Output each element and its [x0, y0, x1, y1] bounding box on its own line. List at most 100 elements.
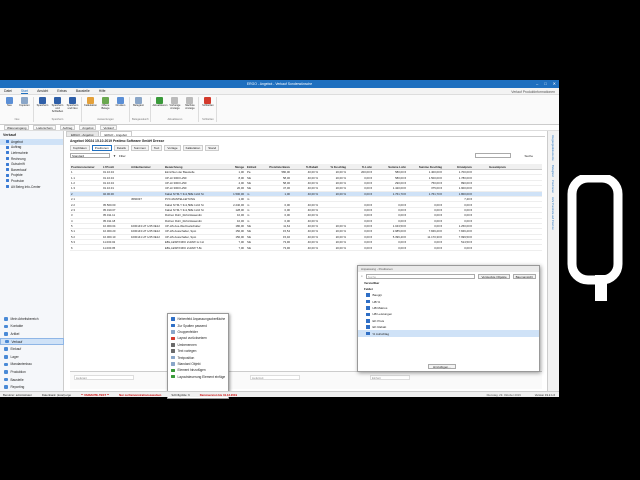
- column-header[interactable]: Bezeichnung: [164, 165, 226, 169]
- menu-item-icon: [171, 343, 175, 347]
- nav-item-lager[interactable]: Lager: [0, 353, 64, 361]
- column-header[interactable]: Einzelpreis: [444, 165, 474, 169]
- column-header[interactable]: % Rabatt: [292, 165, 320, 169]
- ribbon-group-auswertungen: Kalkulation Offene Belege Drucken Auswertun…: [84, 97, 130, 122]
- search-input[interactable]: [475, 153, 512, 158]
- tab-stand[interactable]: Stand: [205, 145, 220, 151]
- nav-item-label: Produktion: [10, 370, 26, 375]
- table-cell: UP-Hr 3000 H/90: [165, 175, 187, 180]
- nav-item-produktion[interactable]: Produktion: [0, 368, 64, 376]
- nav-item-reporting[interactable]: Reporting: [0, 383, 64, 391]
- view-select[interactable]: Standard: [70, 153, 110, 158]
- belegtext-button[interactable]: Belegtext: [132, 97, 145, 117]
- tab-summen[interactable]: Summen: [130, 145, 149, 151]
- add-button[interactable]: Hinzufügen...: [428, 364, 456, 369]
- sidebar-item-alt-beleg-info-center[interactable]: Alt Beleg Info-Center: [0, 184, 63, 190]
- doc-tab[interactable]: ERGO - Angebot: [66, 131, 99, 137]
- close-button[interactable]: ✕: [553, 81, 556, 86]
- quick-tab-auftrag[interactable]: Auftrag: [59, 125, 76, 130]
- minimize-button[interactable]: –: [536, 81, 538, 86]
- neu-button[interactable]: Neu: [3, 97, 16, 117]
- module-icon: [4, 377, 8, 382]
- column-item[interactable]: % Aufschlag: [358, 330, 539, 337]
- table-cell: 40,00 %: [307, 229, 318, 234]
- menu-start[interactable]: Start: [20, 89, 29, 94]
- drucken-button[interactable]: Drucken: [114, 97, 127, 117]
- nav-item-mandantenbau[interactable]: Mandantenbau: [0, 361, 64, 369]
- menu-datei[interactable]: Datei: [4, 89, 12, 93]
- column-header[interactable]: Gesamtpreis: [474, 165, 508, 169]
- table-cell: 128,00: [235, 207, 244, 212]
- offene-belege-button[interactable]: Offene Belege: [99, 97, 112, 117]
- nav-item-kontakte[interactable]: Kontakte: [0, 323, 64, 331]
- vorherige-anzeige-button[interactable]: Vorherige Anzeige: [168, 97, 181, 117]
- table-row[interactable]: 6 11.000.05 EBL,LESPX/3KK 2x18W T-8x 7,00 St…: [70, 245, 542, 251]
- side-panel-lev-preisliste-auf-position[interactable]: LEV Preisliste auf Position: [551, 197, 555, 230]
- nav-item-verkauf[interactable]: Verkauf: [0, 337, 64, 346]
- table-cell: 1.1: [71, 175, 75, 180]
- doc-tab-active[interactable]: ERGO - Angebot: [99, 131, 133, 137]
- speichern-button[interactable]: Speichern: [36, 97, 49, 117]
- menu-ansicht[interactable]: Ansicht: [37, 89, 48, 93]
- column-header[interactable]: Summe Zuschlag: [408, 165, 444, 169]
- tab-positionen[interactable]: Positionen: [91, 145, 112, 151]
- quick-tab-angebot[interactable]: Angebot: [79, 125, 97, 130]
- quick-tab-lieferschein[interactable]: Lieferschein: [33, 125, 56, 130]
- table-cell: 2.1: [71, 197, 75, 202]
- filter-label[interactable]: Filter: [119, 154, 126, 158]
- column-header[interactable]: Artikelnummer: [130, 165, 164, 169]
- document-icon: [6, 145, 9, 149]
- menu-baustelle[interactable]: Baustelle: [76, 89, 90, 93]
- column-header[interactable]: Menge: [226, 165, 246, 169]
- tab-kopfdaten[interactable]: Kopfdaten: [70, 145, 90, 151]
- tab-details[interactable]: Details: [113, 145, 129, 151]
- table-cell: 4560037: [131, 197, 142, 202]
- column-header[interactable]: % Lohn: [348, 165, 374, 169]
- menu-hilfe[interactable]: Hilfe: [99, 89, 106, 93]
- nav-item-einkauf[interactable]: Einkauf: [0, 345, 64, 353]
- column-header[interactable]: % Zuschlag: [320, 165, 348, 169]
- menu-item-layoutsteuerung-element-einfüge[interactable]: Layoutsteuerung Element einfüge: [168, 374, 228, 380]
- maximize-button[interactable]: □: [544, 81, 546, 86]
- table-cell: 1.043,50 €: [392, 224, 406, 229]
- column-header[interactable]: Lf Positi: [102, 165, 130, 169]
- detail-field[interactable]: Einheit: [370, 375, 410, 380]
- nav-item-artikel[interactable]: Artikel: [0, 330, 64, 338]
- nav-item-mein-arbeitsbereich[interactable]: Mein Arbeitsbereich: [0, 315, 64, 323]
- side-panel-positionen[interactable]: Positionen: [551, 180, 555, 193]
- menu-item-label: Textposition: [177, 355, 195, 360]
- quick-tab-verkauf[interactable]: Verkauf: [100, 125, 117, 130]
- speichern-und-schließen-button[interactable]: Speichern und Schließen: [51, 97, 64, 117]
- side-panel-belegtext[interactable]: Belegtext: [551, 165, 555, 177]
- nächste-anzeige-button[interactable]: Nächste Anzeige: [183, 97, 196, 117]
- speichern-und-neu-button[interactable]: Speichern und Neu: [66, 97, 79, 117]
- filter-icon[interactable]: ▼: [113, 154, 116, 158]
- tree-view-button[interactable]: Baumansicht: [512, 273, 536, 279]
- tab-kalkulation[interactable]: Kalkulation: [182, 145, 204, 151]
- nav-item-baustelle[interactable]: Baustelle: [0, 376, 64, 384]
- column-header[interactable]: Preisliste Basis: [260, 165, 292, 169]
- side-panel-vorgangsdokumente[interactable]: Vorgangsdokumente: [551, 135, 555, 161]
- column-header[interactable]: Einheit: [246, 165, 260, 169]
- tab-text[interactable]: Text: [150, 145, 163, 151]
- quick-tab-wareneingang[interactable]: Wareneingang: [4, 125, 30, 130]
- column-header[interactable]: Positionsnummer: [70, 165, 102, 169]
- menu-extras[interactable]: Extras: [57, 89, 67, 93]
- search-label[interactable]: Suche: [524, 154, 533, 158]
- tab-vorlage[interactable]: Vorlage: [164, 145, 181, 151]
- detail-field[interactable]: Lieferzeit: [250, 375, 300, 380]
- detail-field[interactable]: Lieferant: [74, 375, 134, 380]
- table-cell: 0,00 €: [434, 213, 442, 218]
- kopieren-button[interactable]: Kopieren: [18, 97, 31, 117]
- table-cell: m: [247, 218, 250, 223]
- sidebar-nav: Mein Arbeitsbereich Kontakte Artikel Verkau…: [0, 315, 64, 391]
- aktualisieren-button[interactable]: Aktualisieren: [153, 97, 167, 117]
- table-cell: 0,00 €: [364, 175, 372, 180]
- menu-right-label[interactable]: Verlauf Produktinformationen: [511, 90, 555, 94]
- schließen-button[interactable]: Schließen: [201, 97, 214, 117]
- table-cell: 150,00: [235, 229, 244, 234]
- column-header[interactable]: Summe Lohn: [374, 165, 408, 169]
- hidden-objects-button[interactable]: Versteckte Objekte: [478, 273, 510, 279]
- kalkulation-button[interactable]: Kalkulation: [84, 97, 97, 117]
- column-search-input[interactable]: Suche: [365, 273, 476, 279]
